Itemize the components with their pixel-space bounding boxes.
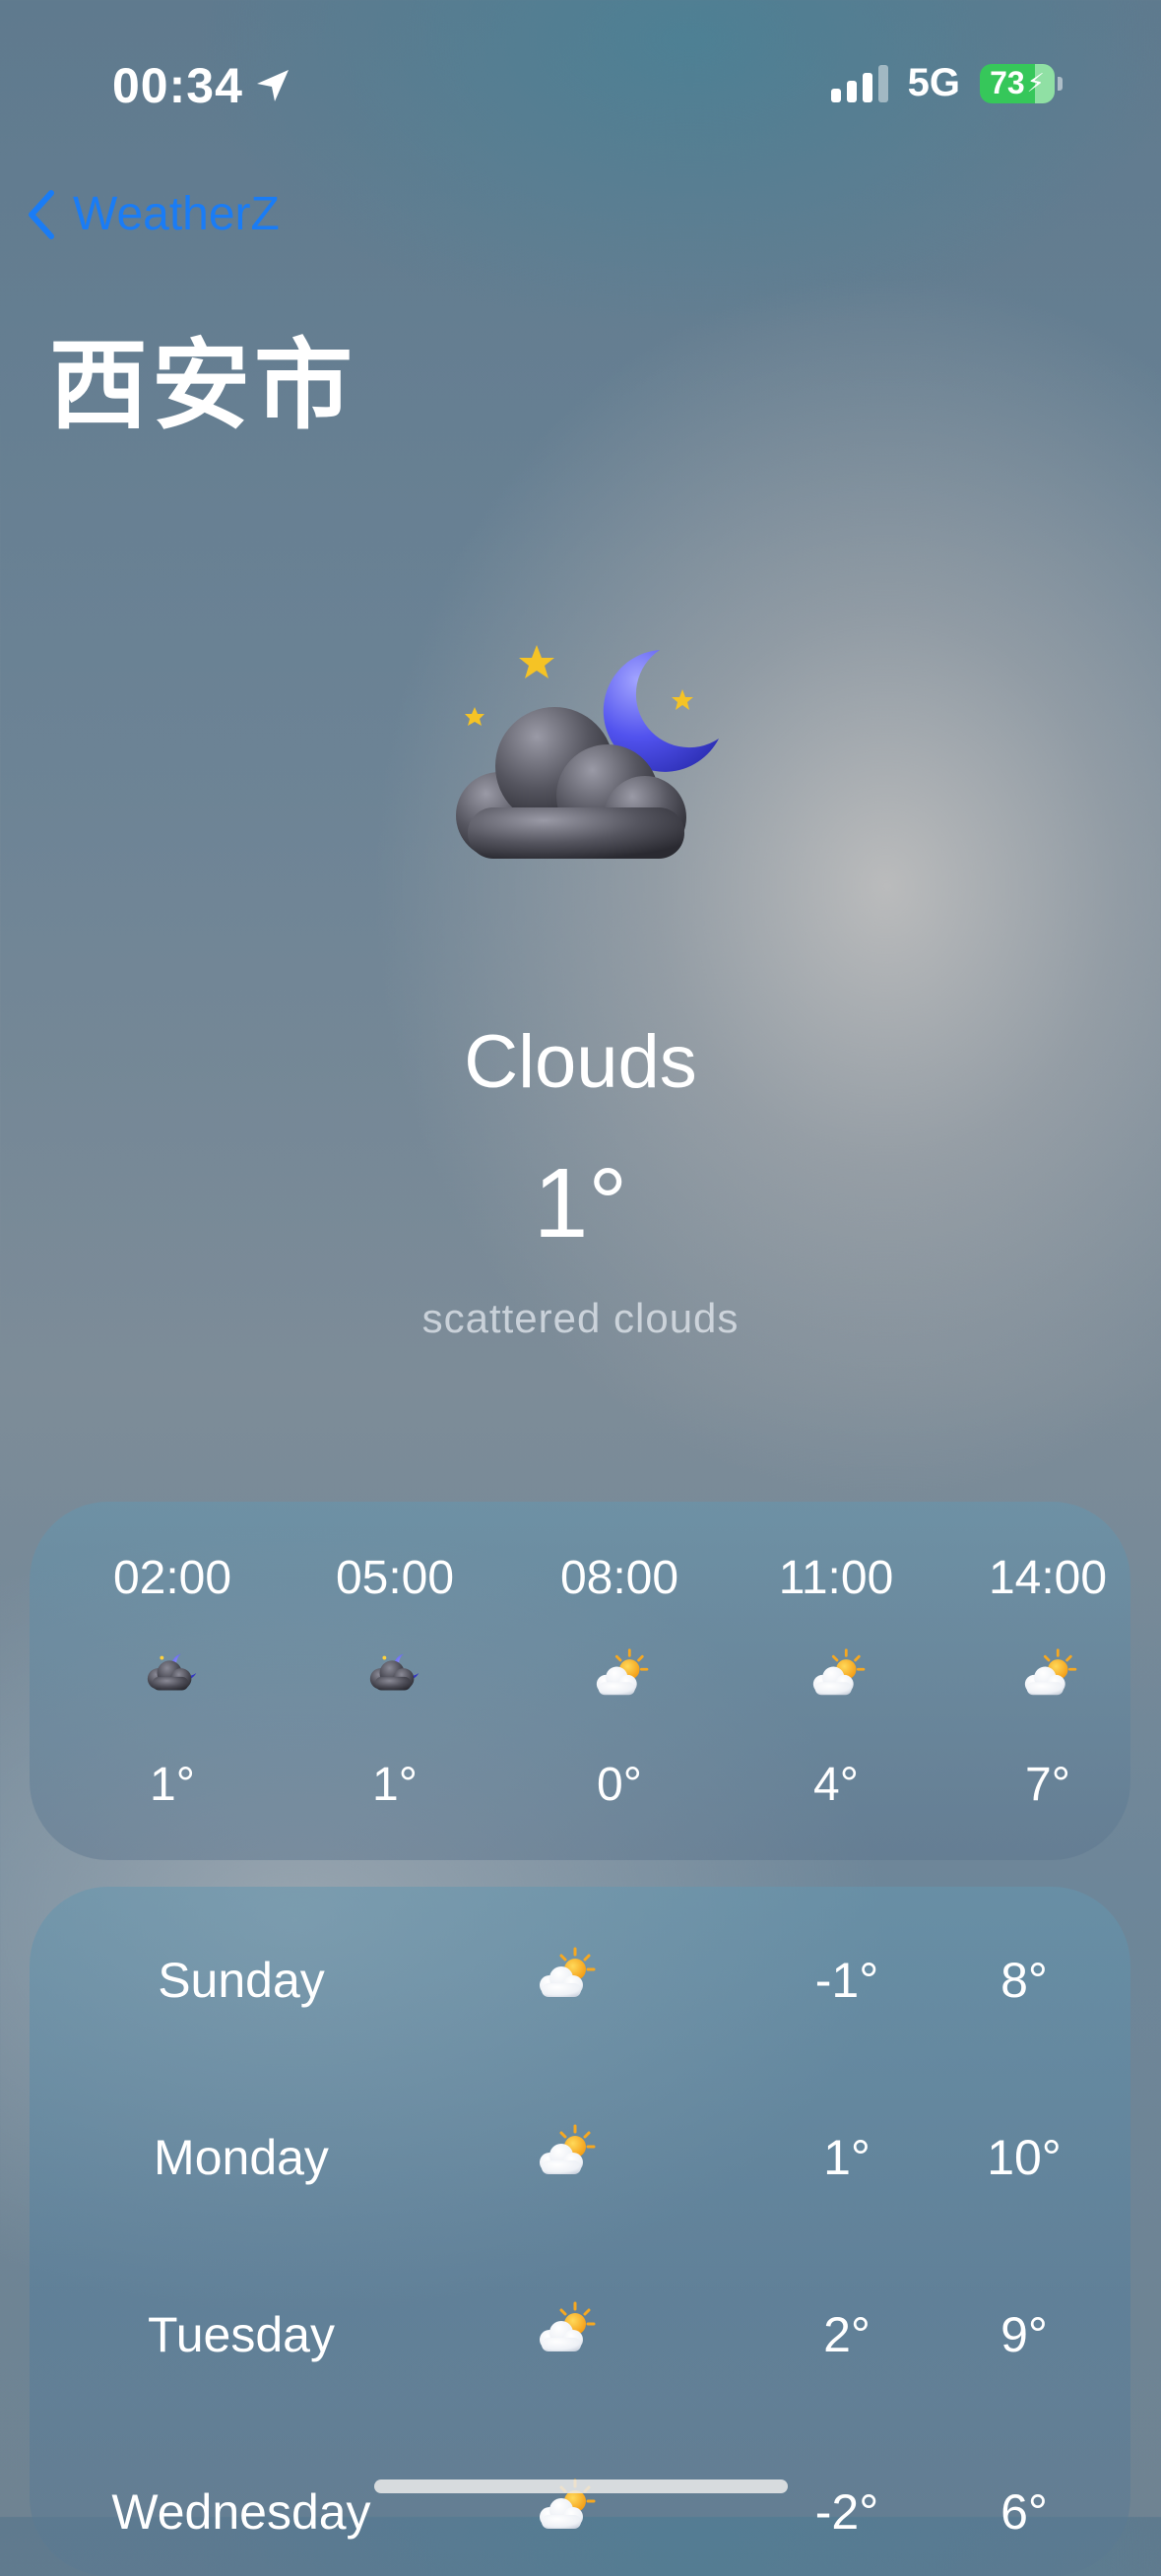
hour-temp: 4° [813, 1759, 859, 1811]
location-arrow-icon [256, 70, 289, 101]
hour-time: 08:00 [559, 1552, 679, 1604]
cloud-moon-icon [365, 1647, 426, 1699]
cloud-sun-icon [534, 2123, 597, 2178]
home-indicator[interactable] [374, 2479, 788, 2493]
daily-row: Tuesday 2° 9° [30, 2281, 1130, 2379]
hour-temp: 1° [150, 1759, 195, 1811]
back-button-label: WeatherZ [73, 188, 280, 240]
hourly-item: 05:00 1° [296, 1502, 493, 1860]
daily-forecast[interactable]: Sunday -1° 8° Monday 1° 10° Tuesday 2° 9… [30, 1887, 1130, 2576]
charging-bolt-icon: ⚡ [1026, 68, 1045, 97]
battery-percent: 73 [990, 65, 1025, 100]
cloud-sun-icon [534, 2300, 597, 2355]
current-temperature: 1° [533, 1148, 628, 1258]
daily-row: Wednesday -2° 6° [30, 2458, 1130, 2556]
status-right: 5G 73 ⚡ [830, 61, 1063, 105]
day-low-temp: -1° [814, 1953, 879, 2008]
daily-row: Sunday -1° 8° [30, 1926, 1130, 2025]
cloud-moon-icon [143, 1647, 204, 1699]
status-bar: 00:34 5G 73 ⚡ [0, 0, 1161, 167]
cloud-moon-stars-icon [456, 645, 719, 859]
day-low-temp: 2° [823, 2307, 871, 2362]
day-high-temp: 8° [1000, 1953, 1048, 2008]
hourly-item: 08:00 0° [521, 1502, 718, 1860]
day-name: Sunday [158, 1953, 325, 2008]
hourly-item: 02:00 1° [74, 1502, 271, 1860]
day-high-temp: 9° [1000, 2307, 1048, 2362]
condition-description: scattered clouds [421, 1295, 740, 1341]
condition-label: Clouds [464, 1020, 697, 1104]
network-type: 5G [907, 61, 960, 104]
hour-time: 11:00 [778, 1552, 894, 1604]
day-low-temp: 1° [823, 2130, 871, 2185]
hour-temp: 1° [372, 1759, 418, 1811]
hour-temp: 0° [597, 1759, 642, 1811]
cloud-sun-icon [1018, 1647, 1079, 1699]
daily-row: Monday 1° 10° [30, 2103, 1130, 2202]
day-high-temp: 6° [1000, 2484, 1048, 2540]
hourly-item: 11:00 4° [738, 1502, 935, 1860]
battery-icon: 73 ⚡ [980, 63, 1063, 103]
cellular-signal-icon [830, 64, 888, 102]
hourly-item: 14:00 7° [949, 1502, 1130, 1860]
hour-temp: 7° [1025, 1759, 1070, 1811]
city-title: 西安市 [49, 331, 356, 441]
day-name: Monday [154, 2130, 329, 2185]
hourly-forecast[interactable]: 02:00 1° 05:00 1° 08:00 0° 11:00 4° 14:0… [30, 1502, 1130, 1860]
day-high-temp: 10° [987, 2130, 1062, 2185]
cloud-sun-icon [806, 1647, 868, 1699]
hour-time: 05:00 [335, 1552, 455, 1604]
day-name: Tuesday [148, 2307, 335, 2362]
cloud-sun-icon [534, 1946, 597, 2001]
chevron-left-icon [29, 189, 54, 239]
hour-time: 02:00 [112, 1552, 232, 1604]
cloud-sun-icon [590, 1647, 651, 1699]
status-time: 00:34 [112, 57, 292, 114]
hour-time: 14:00 [988, 1552, 1108, 1604]
status-time-text: 00:34 [112, 58, 243, 113]
back-button[interactable]: WeatherZ [26, 187, 280, 241]
